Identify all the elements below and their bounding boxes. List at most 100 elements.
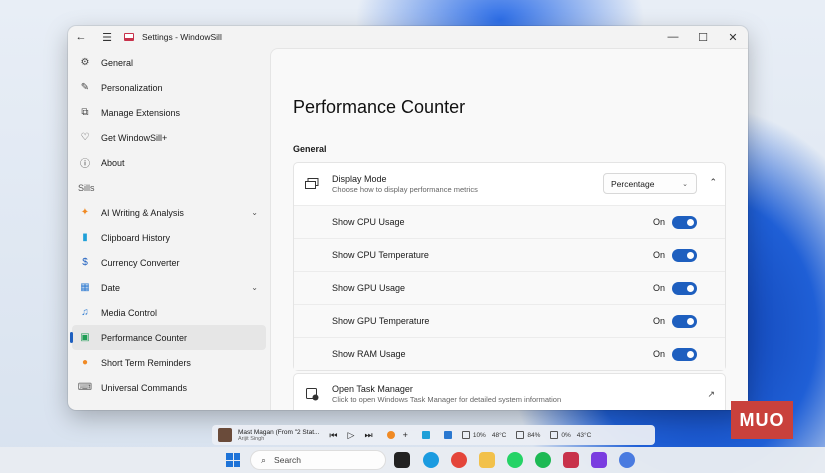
group-title-general: General: [293, 144, 327, 154]
sidebar-item-general[interactable]: ⚙ General: [72, 50, 266, 75]
sidebar-item-ai-writing[interactable]: ✦ AI Writing & Analysis ⌄: [72, 200, 266, 225]
minimize-icon: —: [667, 31, 679, 43]
next-track-icon[interactable]: ⏭: [364, 430, 372, 441]
chrome-icon[interactable]: [451, 452, 467, 468]
taskbar-search[interactable]: ⌕ Search: [250, 450, 386, 470]
sidebar-item-date[interactable]: ▦ Date ⌄: [72, 275, 266, 300]
gpu-usage-toggle[interactable]: [672, 281, 697, 295]
gpu-temperature-toggle[interactable]: [672, 314, 697, 328]
close-icon: ✕: [728, 31, 738, 44]
toggle-row-gpu-temperature: Show GPU Temperature On: [294, 304, 725, 337]
minimize-button[interactable]: —: [658, 26, 688, 48]
sidebar-item-label: Universal Commands: [101, 382, 188, 393]
sidebar-item-personalization[interactable]: ✎ Personalization: [72, 75, 266, 100]
sidebar-item-performance-counter[interactable]: ▣ Performance Counter: [70, 325, 266, 350]
sidebar-item-label: Get WindowSill+: [101, 132, 168, 143]
heart-icon: ♡: [80, 132, 90, 143]
spotify-icon[interactable]: [535, 452, 551, 468]
ram-usage-readout: 84%: [516, 431, 540, 439]
clipboard-icon[interactable]: [421, 431, 430, 439]
sidebar-item-label: Short Term Reminders: [101, 357, 191, 368]
sidebar-item-manage-extensions[interactable]: ⧉ Manage Extensions: [72, 100, 266, 125]
menu-button[interactable]: ☰: [94, 26, 120, 48]
watermark-logo: MUO: [731, 401, 793, 439]
close-button[interactable]: ✕: [718, 26, 748, 48]
toggle-row-cpu-temperature: Show CPU Temperature On: [294, 238, 725, 271]
toggle-state: On: [652, 217, 665, 227]
calendar-icon[interactable]: [443, 431, 452, 439]
sidebar-item-universal-commands[interactable]: ⌨ Universal Commands: [72, 375, 266, 400]
ram-icon: [516, 431, 525, 439]
external-link-icon: ↗: [707, 388, 715, 399]
display-mode-header[interactable]: Display Mode Choose how to display perfo…: [294, 163, 725, 205]
toggle-label: Show RAM Usage: [332, 349, 406, 359]
chevron-down-icon[interactable]: ⌄: [251, 208, 258, 217]
sidebar-item-short-term-reminders[interactable]: ● Short Term Reminders: [72, 350, 266, 375]
ram-usage-toggle[interactable]: [672, 347, 697, 361]
chevron-down-icon[interactable]: ⌄: [251, 283, 258, 292]
cpu-temperature-toggle[interactable]: [672, 248, 697, 262]
reminder-icon: ●: [81, 357, 89, 368]
toggle-state: On: [652, 349, 665, 359]
folder-icon[interactable]: [479, 452, 495, 468]
sidebar-item-label: Currency Converter: [101, 257, 180, 268]
ai-sparkle-icon[interactable]: [386, 431, 395, 439]
task-manager-icon: [304, 386, 320, 402]
display-mode-value: Percentage: [611, 178, 655, 189]
display-mode-select[interactable]: Percentage ⌄: [603, 173, 697, 194]
sidebar-item-about[interactable]: ⓘ About: [72, 150, 266, 175]
cpu-usage-toggle[interactable]: [672, 215, 697, 229]
chevron-down-icon: ⌄: [682, 180, 688, 188]
back-button[interactable]: ←: [68, 26, 94, 48]
sparkle-icon: ✦: [80, 207, 90, 218]
gpu-temp-value: 43°C: [576, 431, 592, 439]
display-mode-icon: [304, 176, 320, 192]
sidebar-item-get-windowsill-plus[interactable]: ♡ Get WindowSill+: [72, 125, 266, 150]
sidebar-item-label: Performance Counter: [101, 332, 188, 343]
add-icon[interactable]: +: [403, 430, 408, 440]
maximize-button[interactable]: ☐: [688, 26, 718, 48]
sidebar-item-media-control[interactable]: ♫ Media Control: [72, 300, 266, 325]
cpu-usage-readout: 10% 48°C: [461, 431, 506, 439]
windowsill-taskbar-icon[interactable]: [563, 452, 579, 468]
chrome-profile-icon[interactable]: [619, 452, 635, 468]
file-explorer-dark-icon[interactable]: [394, 452, 410, 468]
toggle-label: Show GPU Temperature: [332, 316, 430, 326]
search-placeholder: Search: [274, 455, 301, 465]
display-mode-expander: Display Mode Choose how to display perfo…: [293, 162, 726, 371]
toggle-state: On: [652, 250, 665, 260]
sidebar-item-label: Media Control: [101, 307, 158, 318]
toggle-label: Show CPU Temperature: [332, 250, 429, 260]
toggle-state: On: [652, 283, 665, 293]
window-title: Settings - WindowSill: [142, 32, 222, 42]
sidebar-item-label: About: [101, 157, 125, 168]
now-playing[interactable]: Mast Magan (From "2 Stat... Arijit Singh: [238, 429, 319, 442]
chevron-up-icon[interactable]: ⌃: [709, 177, 717, 188]
search-icon: ⌕: [261, 454, 267, 465]
gpu-icon: [550, 431, 559, 439]
chart-icon: ▣: [80, 332, 90, 343]
sidebar-item-label: General: [101, 57, 134, 68]
calendar-icon: ▦: [80, 282, 90, 293]
sidebar-item-currency-converter[interactable]: $ Currency Converter: [72, 250, 266, 275]
edge-icon[interactable]: [423, 452, 439, 468]
whatsapp-icon[interactable]: [507, 452, 523, 468]
bootstrap-icon[interactable]: [591, 452, 607, 468]
media-icon: ♫: [81, 307, 89, 318]
windowsill-bar: Mast Magan (From "2 Stat... Arijit Singh…: [212, 425, 655, 445]
keyboard-icon: ⌨: [77, 382, 93, 393]
sidebar-item-label: AI Writing & Analysis: [101, 207, 184, 218]
windows-start-icon[interactable]: [226, 453, 240, 467]
display-mode-title: Display Mode: [332, 174, 387, 184]
sidebar-item-label: Personalization: [101, 82, 163, 93]
sidebar-item-clipboard-history[interactable]: ▮ Clipboard History: [72, 225, 266, 250]
toggle-row-ram-usage: Show RAM Usage On: [294, 337, 725, 370]
sidebar: ⚙ General ✎ Personalization ⧉ Manage Ext…: [68, 48, 270, 410]
play-icon[interactable]: ▷: [348, 430, 355, 441]
toggle-state: On: [652, 316, 665, 326]
settings-window: ← ☰ Settings - WindowSill — ☐ ✕ ⚙ Genera…: [68, 26, 748, 410]
previous-track-icon[interactable]: ⏮: [329, 430, 337, 441]
puzzle-icon: ⧉: [81, 107, 89, 118]
info-icon: ⓘ: [80, 159, 90, 170]
open-task-manager-card[interactable]: Open Task Manager Click to open Windows …: [293, 373, 726, 410]
